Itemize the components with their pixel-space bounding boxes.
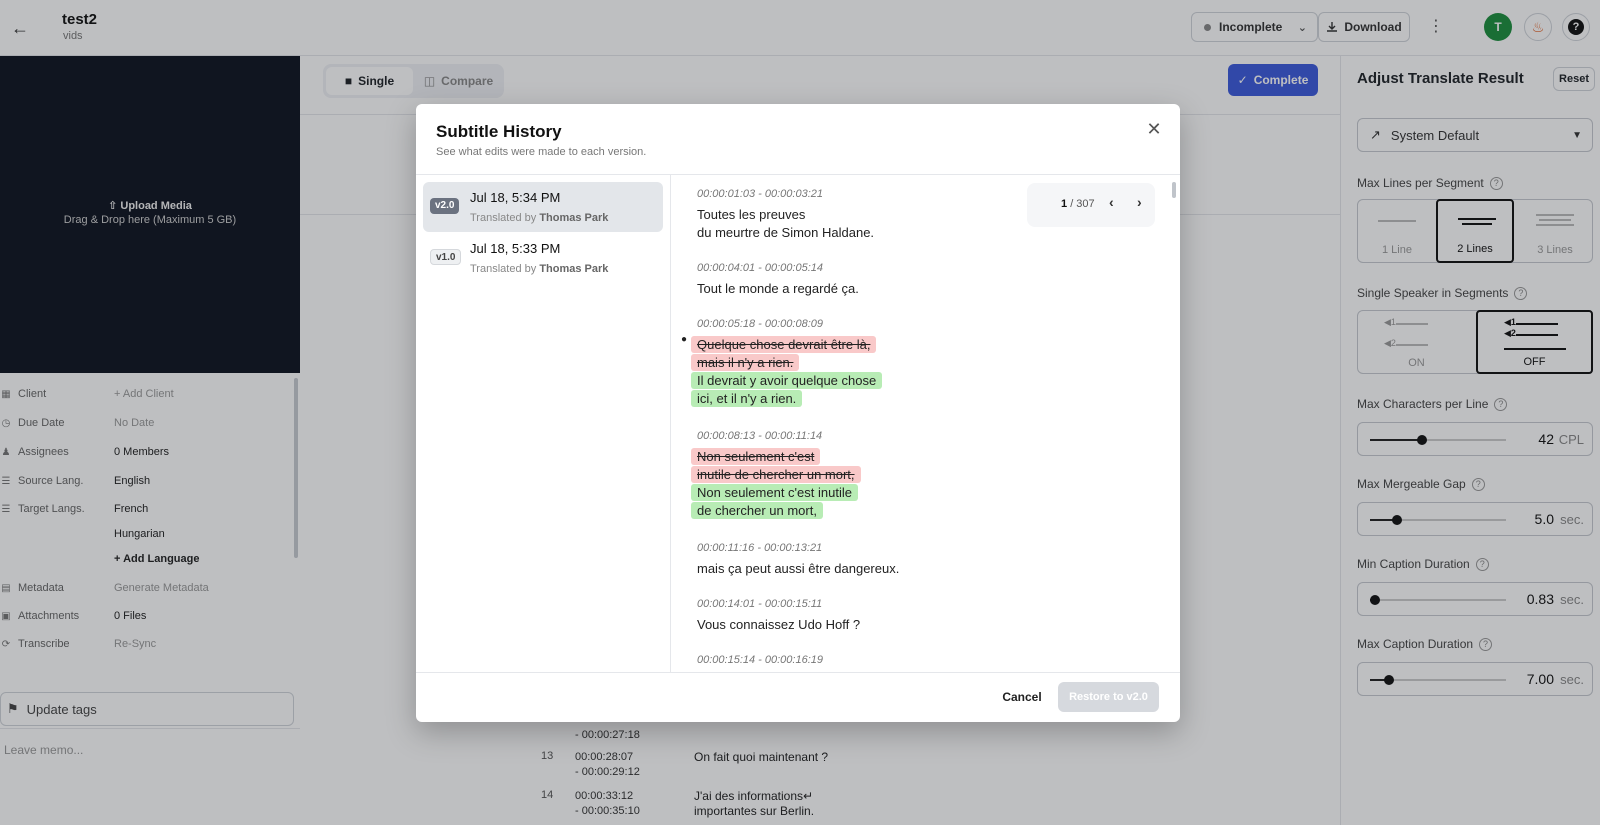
deleted-text: mais il n'y a rien. — [691, 354, 800, 371]
inserted-text: Non seulement c'est inutile — [691, 484, 858, 501]
version-item[interactable]: v2.0 Jul 18, 5:34 PM Translated by Thoma… — [423, 182, 663, 232]
cancel-button[interactable]: Cancel — [991, 682, 1053, 712]
diff-bullet-icon: ● — [681, 334, 688, 345]
inserted-text: ici, et il n'y a rien. — [691, 390, 803, 407]
pager-count: 1 / 307 — [1061, 198, 1095, 210]
restore-button[interactable]: Restore to v2.0 — [1058, 682, 1159, 712]
cue-block-changed: 00:00:08:13 - 00:00:11:14 Non seulement … — [691, 430, 861, 520]
deleted-text: Quelque chose devrait être là, — [691, 336, 877, 353]
deleted-text: Non seulement c'est — [691, 448, 821, 465]
cue-block: 00:00:11:16 - 00:00:13:21 mais ça peut a… — [697, 542, 900, 576]
inserted-text: de chercher un mort, — [691, 502, 823, 519]
version-date: Jul 18, 5:33 PM — [470, 241, 561, 256]
version-author: Translated by Thomas Park — [470, 263, 609, 275]
cue-block: 00:00:14:01 - 00:00:15:11 Vous connaisse… — [697, 598, 861, 632]
cue-block: 00:00:15:14 - 00:00:16:19 — [697, 654, 823, 666]
chevron-left-icon[interactable]: ‹ — [1109, 194, 1114, 210]
inserted-text: Il devrait y avoir quelque chose — [691, 372, 883, 389]
version-badge: v1.0 — [430, 249, 462, 265]
version-badge: v2.0 — [430, 198, 460, 214]
version-item[interactable]: v1.0 Jul 18, 5:33 PM Translated by Thoma… — [423, 233, 663, 283]
version-author: Translated by Thomas Park — [470, 212, 609, 224]
subtitle-history-modal: Subtitle History See what edits were mad… — [416, 104, 1180, 722]
modal-subtitle: See what edits were made to each version… — [436, 146, 647, 158]
chevron-right-icon[interactable]: › — [1137, 194, 1142, 210]
close-icon[interactable]: ✕ — [1143, 118, 1165, 140]
diff-scrollbar[interactable] — [1172, 182, 1176, 198]
cue-block-changed: 00:00:05:18 - 00:00:08:09 Quelque chose … — [691, 318, 883, 408]
modal-title: Subtitle History — [436, 122, 562, 141]
deleted-text: inutile de chercher un mort, — [691, 466, 861, 483]
cue-block: 00:00:01:03 - 00:00:03:21 Toutes les pre… — [697, 188, 875, 240]
modal-footer-divider — [416, 672, 1180, 673]
change-pager: 1 / 307 ‹ › — [1027, 183, 1155, 227]
version-date: Jul 18, 5:34 PM — [470, 190, 561, 205]
cue-block: 00:00:04:01 - 00:00:05:14 Tout le monde … — [697, 262, 859, 296]
diff-viewer[interactable]: 00:00:01:03 - 00:00:03:21 Toutes les pre… — [671, 175, 1180, 672]
